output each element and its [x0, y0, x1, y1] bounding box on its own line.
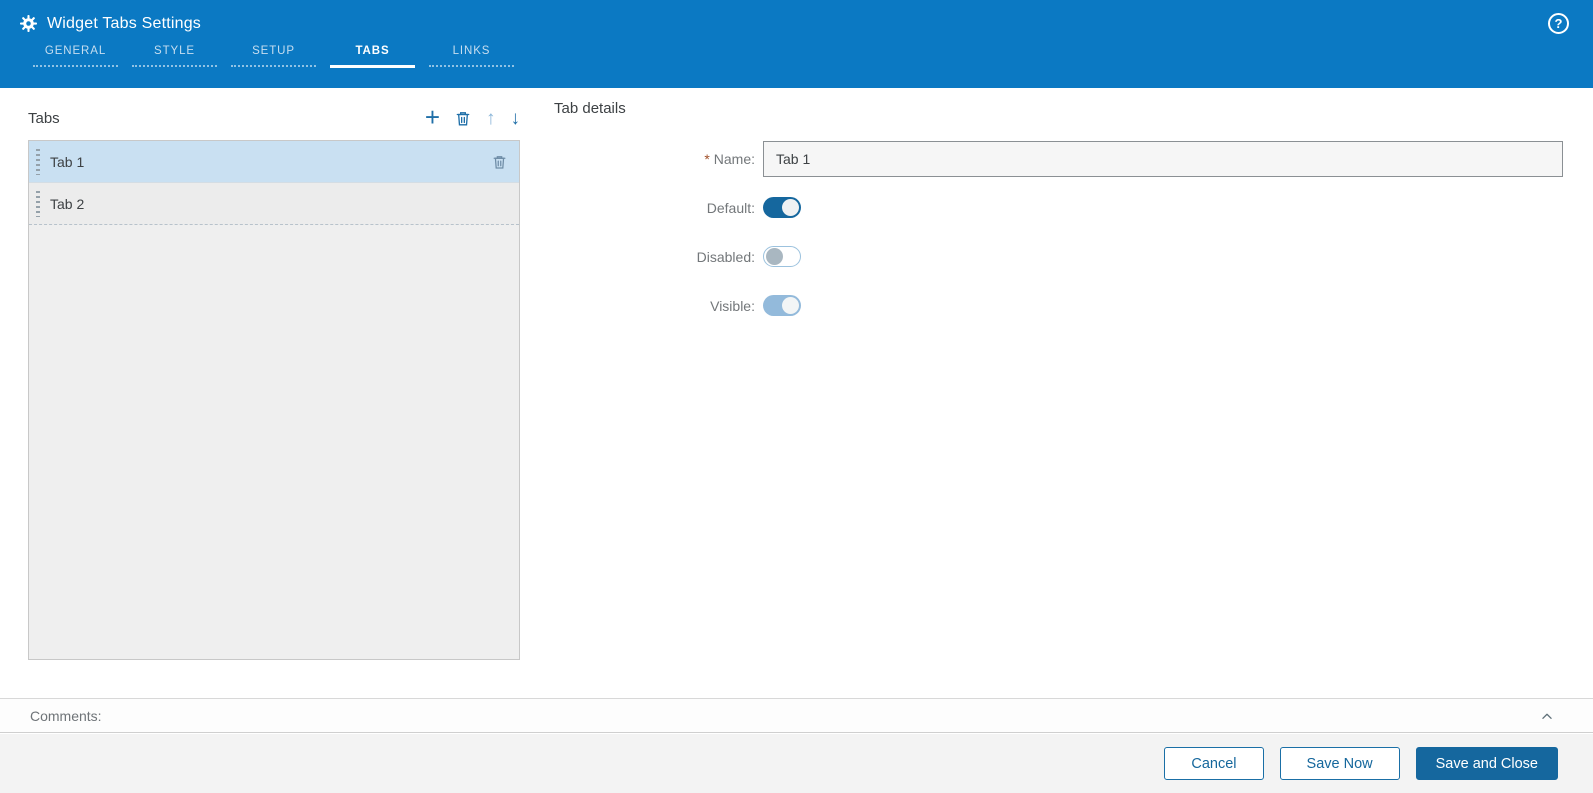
dialog-title: Widget Tabs Settings	[47, 14, 202, 32]
list-item-label: Tab 1	[50, 153, 85, 170]
cancel-button[interactable]: Cancel	[1164, 747, 1264, 780]
trash-icon	[456, 111, 470, 125]
name-field-row: * Name:	[554, 141, 1563, 177]
list-item-tab-2[interactable]: Tab 2	[29, 183, 519, 225]
drag-handle-icon[interactable]	[36, 148, 40, 175]
delete-tab-button[interactable]	[455, 110, 471, 127]
dialog-header: Widget Tabs Settings ? GENERAL STYLE SET…	[0, 0, 1593, 88]
default-toggle-control	[763, 197, 1563, 218]
widget-tabs-settings-dialog: Widget Tabs Settings ? GENERAL STYLE SET…	[0, 0, 1593, 793]
disabled-toggle[interactable]	[763, 246, 801, 267]
arrow-down-icon: ↓	[510, 107, 521, 129]
default-toggle[interactable]	[763, 197, 801, 218]
tab-links-label: LINKS	[452, 45, 491, 57]
list-item-label: Tab 2	[50, 195, 85, 212]
visible-toggle-control	[763, 295, 1563, 316]
tabs-panel-header: Tabs + ↑ ↓	[28, 100, 520, 136]
toggle-knob	[782, 199, 799, 216]
name-input[interactable]	[763, 141, 1563, 177]
tab-links[interactable]: LINKS	[422, 37, 521, 68]
tab-style[interactable]: STYLE	[125, 37, 224, 68]
toggle-knob	[782, 297, 799, 314]
tab-general-label: GENERAL	[44, 45, 107, 57]
arrow-up-icon: ↑	[486, 107, 496, 129]
list-item-tab-1[interactable]: Tab 1	[29, 141, 519, 183]
tab-setup-label: SETUP	[252, 45, 295, 57]
required-marker: *	[704, 151, 710, 167]
tabs-panel-title: Tabs	[28, 109, 60, 127]
name-label-text: Name:	[713, 151, 755, 167]
tab-details-form: *Name: Default: Disabled: Visible:	[554, 141, 1563, 316]
visible-toggle-row: Visible:	[554, 295, 1563, 316]
trash-icon	[493, 155, 506, 169]
name-field-label: * Name:	[554, 151, 755, 167]
plus-icon: +	[424, 101, 440, 132]
comments-label: Comments:	[30, 707, 102, 724]
tab-tabs[interactable]: TABS	[323, 37, 422, 68]
default-toggle-label: Default:	[706, 199, 755, 216]
tab-style-label: STYLE	[154, 45, 195, 57]
visible-toggle[interactable]	[763, 295, 801, 316]
save-and-close-button[interactable]: Save and Close	[1415, 747, 1558, 780]
add-tab-button[interactable]: +	[425, 104, 440, 130]
help-icon[interactable]: ?	[1548, 13, 1569, 34]
tabs-list-panel: Tabs + ↑ ↓ Tab 1 Tab 2	[28, 100, 520, 660]
tabs-list-toolbar: + ↑ ↓	[425, 104, 521, 130]
name-field-control	[763, 141, 1563, 177]
disabled-toggle-control	[763, 246, 1563, 267]
chevron-up-icon	[1542, 713, 1552, 719]
settings-tabbar: GENERAL STYLE SETUP TABS LINKS	[26, 37, 1593, 68]
visible-toggle-label: Visible:	[710, 297, 755, 314]
drag-handle-icon[interactable]	[36, 190, 40, 217]
tab-details-panel: Tab details *Name: Default: Disabled:	[554, 100, 1563, 344]
toggle-knob	[766, 248, 783, 265]
move-tab-up-button[interactable]: ↑	[486, 109, 496, 128]
row-delete-button[interactable]	[492, 154, 507, 170]
tab-tabs-label: TABS	[355, 45, 390, 57]
move-tab-down-button[interactable]: ↓	[511, 109, 521, 128]
comments-collapse-button[interactable]	[1539, 709, 1555, 723]
dialog-footer: Cancel Save Now Save and Close	[0, 734, 1593, 793]
default-toggle-row: Default:	[554, 197, 1563, 218]
tab-details-title: Tab details	[554, 100, 626, 117]
disabled-toggle-label: Disabled:	[696, 248, 755, 265]
tab-setup[interactable]: SETUP	[224, 37, 323, 68]
tabs-list: Tab 1 Tab 2	[28, 140, 520, 660]
comments-bar[interactable]: Comments:	[0, 698, 1593, 733]
tab-general[interactable]: GENERAL	[26, 37, 125, 68]
gear-icon	[20, 15, 37, 32]
title-row: Widget Tabs Settings ?	[0, 0, 1593, 34]
save-now-button[interactable]: Save Now	[1279, 747, 1400, 780]
disabled-toggle-row: Disabled:	[554, 246, 1563, 267]
